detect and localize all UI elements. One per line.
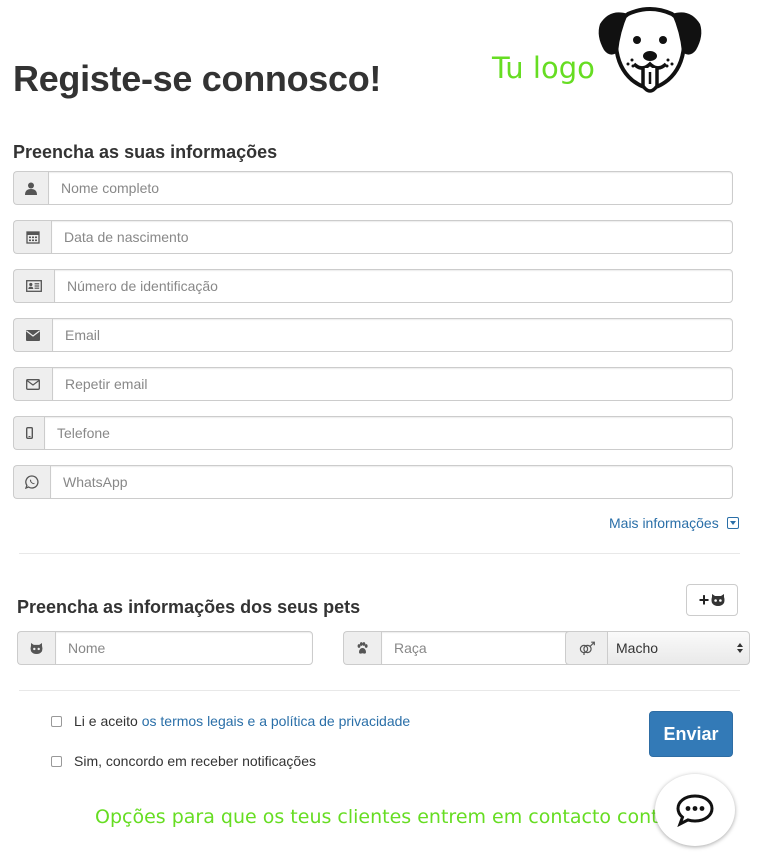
contact-options-text: Opções para que os teus clientes entrem …: [95, 806, 688, 828]
calendar-icon: [13, 220, 51, 254]
page-title: Registe-se connosco!: [13, 58, 382, 99]
birth-date-input[interactable]: [51, 220, 733, 254]
chat-bubble-icon: [676, 794, 714, 827]
pet-breed-row: [343, 631, 588, 665]
full-name-input[interactable]: [48, 171, 733, 205]
full-name-row: [13, 171, 733, 205]
mobile-phone-icon: [13, 416, 44, 450]
pet-name-row: [17, 631, 313, 665]
submit-button[interactable]: Enviar: [649, 711, 733, 757]
logo-placeholder-text: Tu logo: [492, 51, 595, 85]
dog-logo-icon: [598, 7, 702, 93]
id-number-row: [13, 269, 733, 303]
select-arrows-icon: [737, 643, 743, 653]
pet-breed-input[interactable]: [381, 631, 588, 665]
terms-label: Li e aceito os termos legais e a polític…: [74, 713, 410, 729]
pets-section-title: Preencha as informações dos seus pets: [17, 597, 361, 617]
birth-date-row: [13, 220, 733, 254]
envelope-outline-icon: [13, 367, 52, 401]
repeat-email-row: [13, 367, 733, 401]
terms-consent: Li e aceito os termos legais e a polític…: [51, 713, 410, 729]
phone-row: [13, 416, 733, 450]
cat-icon: [711, 594, 725, 606]
id-card-icon: [13, 269, 54, 303]
repeat-email-input[interactable]: [52, 367, 733, 401]
notifications-label: Sim, concordo em receber notificações: [74, 753, 316, 769]
chat-button[interactable]: [655, 774, 735, 846]
paw-icon: [343, 631, 381, 665]
pet-sex-select[interactable]: Macho: [607, 631, 750, 665]
terms-checkbox[interactable]: [51, 715, 62, 727]
whatsapp-row: [13, 465, 733, 499]
notifications-checkbox[interactable]: [51, 755, 62, 767]
phone-input[interactable]: [44, 416, 733, 450]
terms-prefix: Li e aceito: [74, 713, 138, 729]
more-info-toggle[interactable]: Mais informações: [609, 515, 739, 531]
id-number-input[interactable]: [54, 269, 733, 303]
pet-sex-value: Macho: [616, 640, 659, 656]
pet-sex-row: Macho: [565, 631, 750, 665]
plus-icon: +: [698, 590, 710, 610]
terms-link[interactable]: os termos legais e a política de privaci…: [142, 713, 410, 729]
gender-icon: [565, 631, 607, 665]
whatsapp-icon: [13, 465, 50, 499]
pet-name-input[interactable]: [55, 631, 313, 665]
email-row: [13, 318, 733, 352]
divider: [19, 553, 740, 554]
envelope-icon: [13, 318, 52, 352]
more-info-label: Mais informações: [609, 515, 719, 531]
owner-section-title: Preencha as suas informações: [13, 142, 278, 162]
chevron-down-icon: [726, 517, 739, 529]
cat-icon: [17, 631, 55, 665]
notifications-consent: Sim, concordo em receber notificações: [51, 753, 316, 769]
user-icon: [13, 171, 48, 205]
whatsapp-input[interactable]: [50, 465, 733, 499]
divider: [19, 690, 740, 691]
email-input[interactable]: [52, 318, 733, 352]
add-pet-button[interactable]: +: [686, 584, 738, 616]
